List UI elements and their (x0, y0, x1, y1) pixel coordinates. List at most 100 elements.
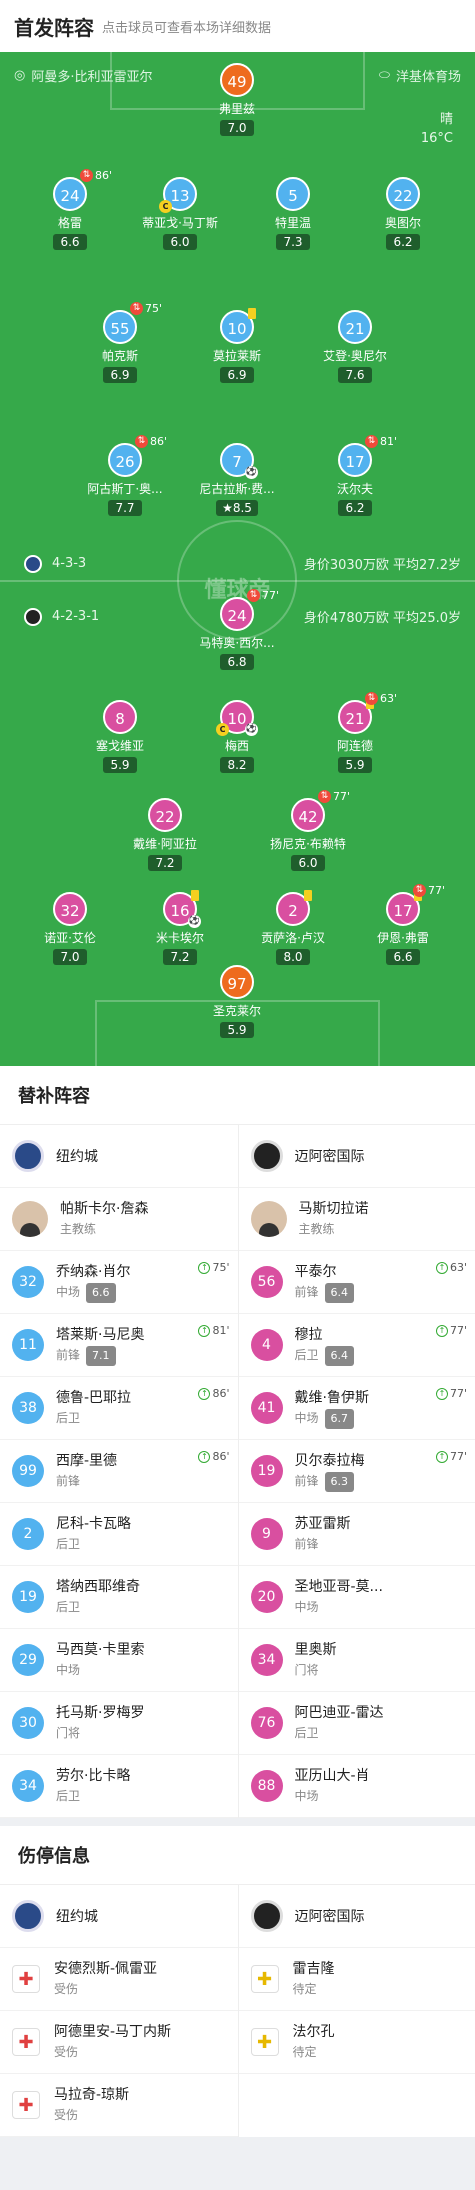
pitch-player[interactable]: 24⇅86' 格雷 6.6 (15, 177, 125, 250)
sub-name: 圣地亚哥-莫... (295, 1577, 383, 1597)
sub-event: ⇅86' (135, 435, 167, 448)
pitch-player[interactable]: 24⇅77' 马特奥·西尔... 6.8 (182, 597, 292, 670)
sub-player-row[interactable]: 4 穆拉 后卫6.4↑77' (239, 1314, 475, 1377)
pitch-player[interactable]: 21⇅63' 阿连德 5.9 (300, 700, 410, 773)
captain-icon: C (159, 200, 172, 213)
pitch-player[interactable]: 5 特里温 7.3 (238, 177, 348, 250)
sub-event: ⇅63' (365, 692, 397, 705)
page-bottom (0, 2137, 475, 2190)
pitch-player[interactable]: 32 诺亚·艾伦 7.0 (15, 892, 125, 965)
away-team-row[interactable]: 迈阿密国际 (239, 1885, 475, 1948)
sub-off-icon: ⇅ (80, 169, 93, 182)
pitch-player[interactable]: 8 塞戈维亚 5.9 (65, 700, 175, 773)
sub-player-row[interactable]: 11 塔莱斯·马尼奥 前锋7.1↑81' (0, 1314, 238, 1377)
pitch: ◎阿曼多·比利亚雷亚尔 ⬭洋基体育场 晴 16°C 懂球帝 4-3-3 身价30… (0, 52, 475, 1066)
yellow-card-icon (304, 890, 312, 901)
home-team-row[interactable]: 纽约城 (0, 1885, 238, 1948)
coach-role: 主教练 (60, 1219, 148, 1239)
pitch-player[interactable]: 21 艾登·奥尼尔 7.6 (300, 310, 410, 383)
pitch-player[interactable]: 2 贡萨洛·卢汉 8.0 (238, 892, 348, 965)
pitch-player[interactable]: 17⇅81' 沃尔夫 6.2 (300, 443, 410, 516)
home-team-row[interactable]: 纽约城 (0, 1125, 238, 1188)
sub-event: ⇅86' (80, 169, 112, 182)
sub-player-row[interactable]: 19 贝尔泰拉梅 前锋6.3↑77' (239, 1440, 475, 1503)
sub-name: 苏亚雷斯 (295, 1514, 351, 1534)
injury-row[interactable]: ✚ 法尔孔 待定 (239, 2011, 475, 2074)
injury-status: 待定 (293, 1979, 335, 1999)
injured-player-name: 法尔孔 (293, 2022, 335, 2042)
sub-player-row[interactable]: 34 劳尔·比卡略 后卫 (0, 1755, 238, 1818)
goal-ball-icon: ⚽ (188, 915, 201, 928)
away-coach-row[interactable]: 马斯切拉诺主教练 (239, 1188, 475, 1251)
pitch-player[interactable]: 10 莫拉莱斯 6.9 (182, 310, 292, 383)
player-name: 米卡埃尔 (125, 929, 235, 946)
player-number: 42 (291, 798, 325, 832)
player-rating: 6.8 (220, 654, 254, 670)
pitch-player[interactable]: 97 圣克莱尔 5.9 (182, 965, 292, 1038)
sub-player-row[interactable]: 88 亚历山大-肖 中场 (239, 1755, 475, 1818)
player-rating: 7.0 (53, 949, 87, 965)
sub-player-row[interactable]: 56 平泰尔 前锋6.4↑63' (239, 1251, 475, 1314)
player-rating: 7.6 (338, 367, 372, 383)
sub-number: 56 (251, 1266, 283, 1298)
pitch-player[interactable]: 42⇅77' 扬尼克·布赖特 6.0 (253, 798, 363, 871)
player-name: 莫拉莱斯 (182, 347, 292, 364)
player-name: 沃尔夫 (300, 480, 410, 497)
pitch-player[interactable]: 22 奥图尔 6.2 (348, 177, 458, 250)
sub-number: 29 (12, 1644, 44, 1676)
sub-position: 中场6.7 (295, 1408, 369, 1429)
sub-rating: 6.7 (325, 1409, 355, 1429)
sub-player-row[interactable]: 32 乔纳森·肖尔 中场6.6↑75' (0, 1251, 238, 1314)
sub-off-icon: ⇅ (318, 790, 331, 803)
pitch-player[interactable]: 16⚽ 米卡埃尔 7.2 (125, 892, 235, 965)
sub-position: 前锋6.3 (295, 1471, 365, 1492)
player-number: 2 (276, 892, 310, 926)
pitch-player[interactable]: 10C⚽ 梅西 8.2 (182, 700, 292, 773)
sub-position: 中场 (295, 1786, 370, 1806)
injury-status: 受伤 (54, 2042, 171, 2062)
player-rating: 6.0 (163, 234, 197, 250)
player-number: 24 (220, 597, 254, 631)
injury-row[interactable]: ✚ 阿德里安-马丁内斯 受伤 (0, 2011, 238, 2074)
sub-player-row[interactable]: 19 塔纳西耶维奇 后卫 (0, 1566, 238, 1629)
sub-player-row[interactable]: 99 西摩-里德 前锋↑86' (0, 1440, 238, 1503)
sub-name: 里奥斯 (295, 1640, 337, 1660)
player-name: 圣克莱尔 (182, 1002, 292, 1019)
player-number: 8 (103, 700, 137, 734)
sub-player-row[interactable]: 76 阿巴迪亚-雷达 后卫 (239, 1692, 475, 1755)
pitch-player[interactable]: 13C 蒂亚戈·马丁斯 6.0 (125, 177, 235, 250)
pitch-player[interactable]: 26⇅86' 阿古斯丁·奥... 7.7 (70, 443, 180, 516)
injury-row[interactable]: ✚ 马拉奇-琼斯 受伤 (0, 2074, 238, 2137)
sub-position: 中场 (295, 1597, 383, 1617)
sub-name: 乔纳森·肖尔 (56, 1262, 130, 1282)
sub-player-row[interactable]: 38 德鲁-巴耶拉 后卫↑86' (0, 1377, 238, 1440)
pitch-player[interactable]: 49 弗里兹 7.0 (182, 63, 292, 136)
player-number: 22 (148, 798, 182, 832)
home-coach-row[interactable]: 帕斯卡尔·詹森主教练 (0, 1188, 238, 1251)
sub-player-row[interactable]: 34 里奥斯 门将 (239, 1629, 475, 1692)
sub-name: 马西莫·卡里索 (56, 1640, 144, 1660)
sub-position: 后卫 (56, 1408, 131, 1428)
player-number: 21 (338, 310, 372, 344)
pitch-player[interactable]: 55⇅75' 帕克斯 6.9 (65, 310, 175, 383)
away-team-row[interactable]: 迈阿密国际 (239, 1125, 475, 1188)
pitch-player[interactable]: 22 戴维·阿亚拉 7.2 (110, 798, 220, 871)
subs-title: 替补阵容 (0, 1066, 475, 1125)
sub-off-icon: ⇅ (247, 589, 260, 602)
pitch-player[interactable]: 7⚽ 尼古拉斯·费... ★8.5 (182, 443, 292, 516)
injury-row[interactable]: ✚ 安德烈斯-佩雷亚 受伤 (0, 1948, 238, 2011)
pitch-player[interactable]: 17⇅77' 伊恩·弗雷 6.6 (348, 892, 458, 965)
sub-player-row[interactable]: 29 马西莫·卡里索 中场 (0, 1629, 238, 1692)
sub-rating: 7.1 (86, 1346, 116, 1366)
sub-position: 前锋6.4 (295, 1282, 355, 1303)
doubtful-cross-icon: ✚ (251, 1965, 279, 1993)
sub-player-row[interactable]: 41 戴维·鲁伊斯 中场6.7↑77' (239, 1377, 475, 1440)
player-number: 24 (53, 177, 87, 211)
injury-row[interactable]: ✚ 雷吉隆 待定 (239, 1948, 475, 2011)
sub-player-row[interactable]: 30 托马斯·罗梅罗 门将 (0, 1692, 238, 1755)
sub-player-row[interactable]: 20 圣地亚哥-莫... 中场 (239, 1566, 475, 1629)
sub-player-row[interactable]: 2 尼科-卡瓦略 后卫 (0, 1503, 238, 1566)
sub-name: 塔莱斯·马尼奥 (56, 1325, 144, 1345)
sub-name: 贝尔泰拉梅 (295, 1451, 365, 1471)
sub-player-row[interactable]: 9 苏亚雷斯 前锋 (239, 1503, 475, 1566)
